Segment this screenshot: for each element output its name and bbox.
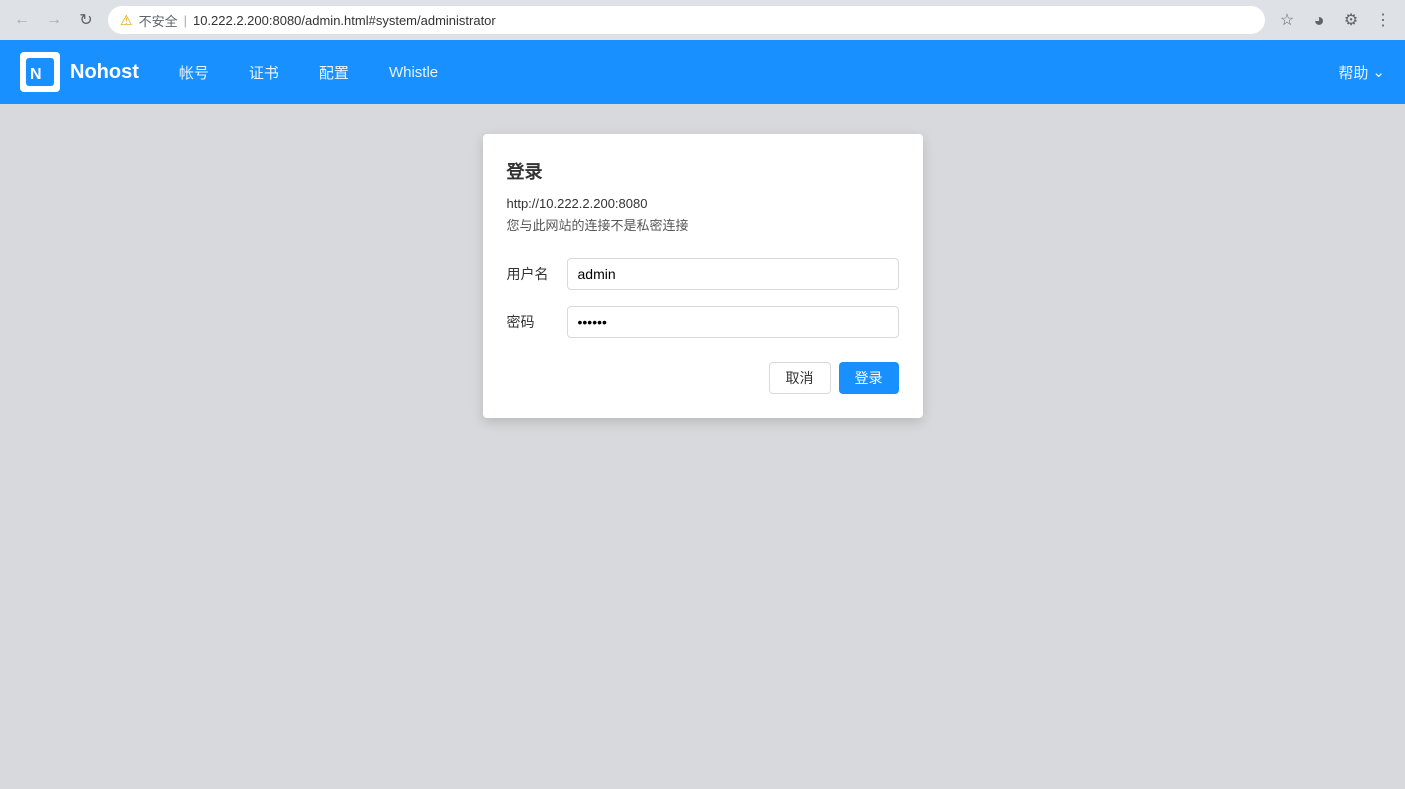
browser-actions: ☆ ◕ ⚙ ⋮ [1273,6,1397,34]
browser-chrome: ← → ↻ ⚠ 不安全 | 10.222.2.200:8080/admin.ht… [0,0,1405,40]
forward-button[interactable]: → [40,6,68,34]
reload-button[interactable]: ↻ [72,6,100,34]
nav-buttons: ← → ↻ [8,6,100,34]
password-row: 密码 [507,306,899,338]
help-button[interactable]: 帮助 ⌄ [1338,62,1385,83]
app-navbar: N Nohost 帐号 证书 配置 Whistle 帮助 ⌄ [0,40,1405,104]
chevron-down-icon: ⌄ [1372,63,1385,81]
dialog-url: http://10.222.2.200:8080 [507,196,899,211]
security-icon: ⚠ [120,12,133,29]
url-display: 10.222.2.200:8080/admin.html#system/admi… [193,13,496,28]
logo-text: Nohost [70,61,139,84]
username-label: 用户名 [507,264,567,284]
login-button[interactable]: 登录 [839,362,899,394]
dialog-overlay: 登录 http://10.222.2.200:8080 您与此网站的连接不是私密… [0,104,1405,789]
bookmark-button[interactable]: ☆ [1273,6,1301,34]
logo-area: N Nohost [20,52,139,92]
nav-item-whistle[interactable]: Whistle [369,40,458,104]
separator: | [184,13,187,28]
nav-item-config[interactable]: 配置 [299,40,369,104]
username-row: 用户名 [507,258,899,290]
page-content: 登录 http://10.222.2.200:8080 您与此网站的连接不是私密… [0,104,1405,789]
address-bar[interactable]: ⚠ 不安全 | 10.222.2.200:8080/admin.html#sys… [108,6,1265,34]
nav-right: 帮助 ⌄ [1338,62,1385,83]
menu-button[interactable]: ⋮ [1369,6,1397,34]
dialog-footer: 取消 登录 [507,362,899,394]
login-dialog: 登录 http://10.222.2.200:8080 您与此网站的连接不是私密… [483,134,923,418]
dialog-warning: 您与此网站的连接不是私密连接 [507,215,899,234]
password-input[interactable] [567,306,899,338]
nav-item-account[interactable]: 帐号 [159,40,229,104]
cancel-button[interactable]: 取消 [769,362,831,394]
dialog-title: 登录 [507,158,899,184]
svg-text:N: N [30,66,42,83]
logo-icon: N [20,52,60,92]
profile-circle[interactable]: ◕ [1305,6,1333,34]
nav-item-cert[interactable]: 证书 [229,40,299,104]
back-button[interactable]: ← [8,6,36,34]
security-label: 不安全 [139,11,178,30]
password-label: 密码 [507,312,567,332]
username-input[interactable] [567,258,899,290]
extensions-button[interactable]: ⚙ [1337,6,1365,34]
